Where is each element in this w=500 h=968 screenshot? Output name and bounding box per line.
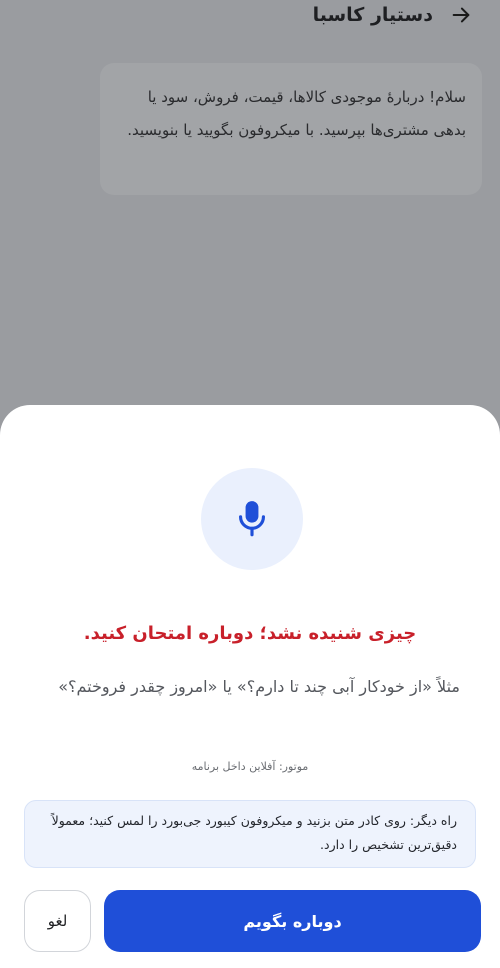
arrow-right-icon [452, 7, 470, 23]
assistant-welcome-message: سلام! دربارهٔ موجودی کالاها، قیمت، فروش،… [100, 63, 482, 195]
voice-input-sheet: چیزی شنیده نشد؛ دوباره امتحان کنید. مثلا… [0, 405, 500, 968]
retry-button[interactable]: دوباره بگویم [104, 890, 481, 952]
top-bar: دستیار کاسبا [0, 0, 500, 30]
back-button[interactable] [447, 1, 475, 29]
error-message: چیزی شنیده نشد؛ دوباره امتحان کنید. [83, 623, 417, 644]
microphone-button[interactable] [201, 468, 303, 570]
example-hint: مثلاً «از خودکار آبی چند تا دارم؟» یا «ا… [58, 677, 460, 696]
engine-label: موتور: آفلاین داخل برنامه [191, 760, 309, 773]
microphone-icon [239, 501, 265, 537]
cancel-button[interactable]: لغو [24, 890, 91, 952]
page-title: دستیار کاسبا [312, 4, 433, 26]
tip-box: راه دیگر: روی کادر متن بزنید و میکروفون … [24, 800, 476, 868]
